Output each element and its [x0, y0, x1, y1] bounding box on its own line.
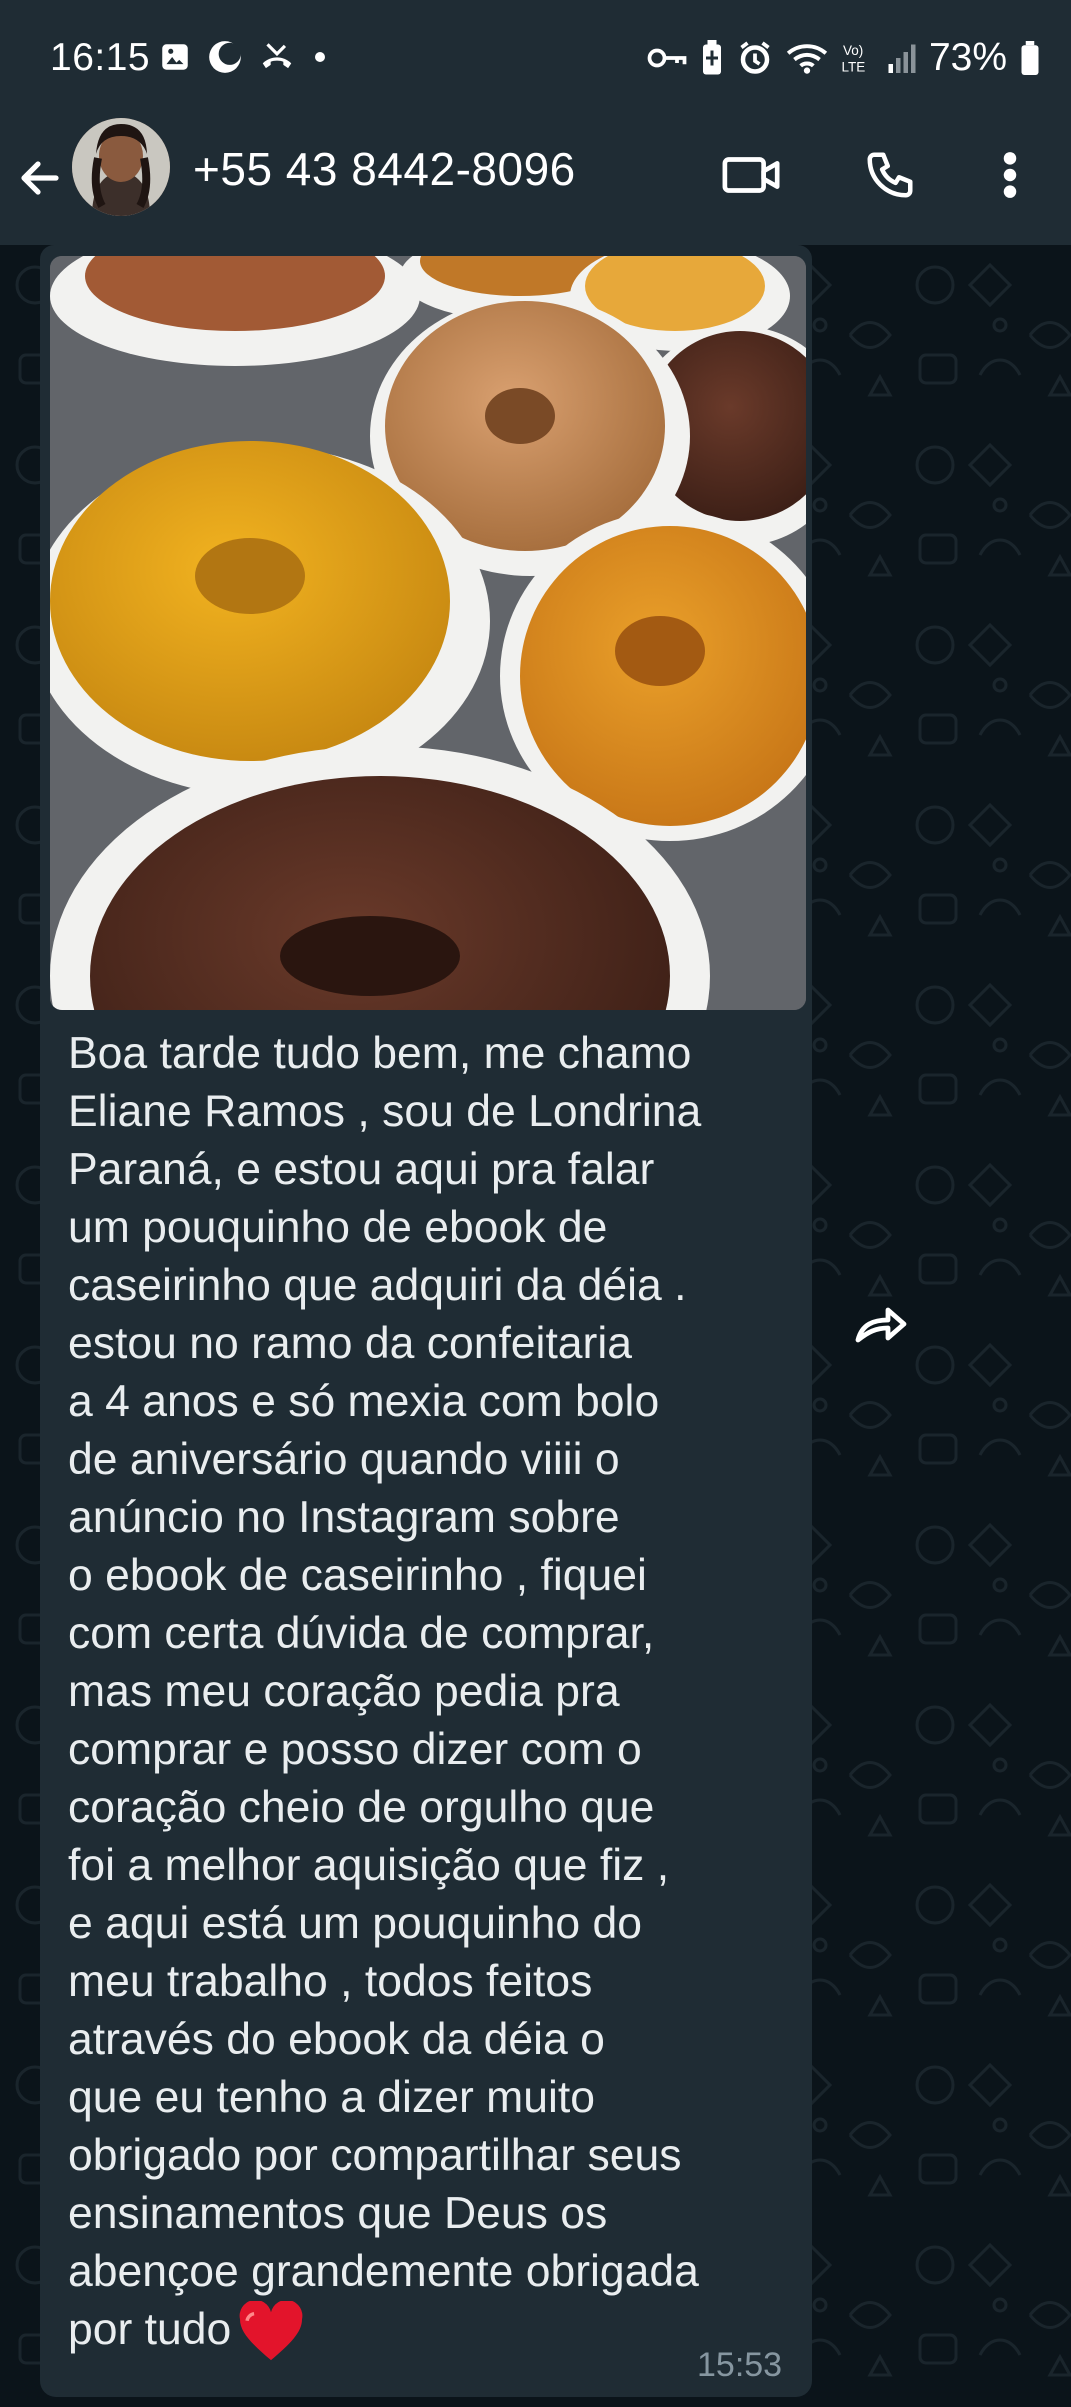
gallery-icon	[162, 44, 188, 70]
moon-icon	[209, 41, 241, 73]
forward-icon	[855, 1307, 907, 1343]
status-right-icons: Vo) LTE 73%	[647, 36, 1041, 80]
video-call-icon	[722, 157, 780, 193]
battery-saver-icon	[702, 40, 721, 75]
message-timestamp: 15:53	[697, 2346, 783, 2384]
contact-name[interactable]: +55 43 8442-8096	[193, 142, 576, 196]
status-time: 16:15	[50, 36, 151, 79]
message-text: Boa tarde tudo bem, me chamo Eliane Ramo…	[68, 1025, 788, 2363]
contact-avatar[interactable]	[72, 118, 170, 216]
message-body: Boa tarde tudo bem, me chamo Eliane Ramo…	[68, 1029, 702, 2354]
signal-icon	[888, 44, 916, 73]
more-vert-icon	[1003, 152, 1017, 198]
dot-icon	[315, 52, 325, 62]
volte-icon: Vo) LTE	[841, 43, 865, 75]
battery-icon	[1021, 41, 1039, 75]
status-left-icons	[158, 38, 330, 76]
back-button[interactable]	[10, 138, 70, 218]
chat-header: +55 43 8442-8096	[0, 110, 1071, 245]
message-photo[interactable]	[50, 256, 806, 1010]
key-icon	[647, 48, 687, 68]
more-options-button[interactable]	[975, 140, 1045, 210]
battery-percent: 73%	[928, 36, 1007, 79]
forward-button[interactable]	[848, 1290, 920, 1362]
avatar-photo	[72, 118, 170, 216]
missed-call-icon	[262, 43, 292, 69]
svg-text:Vo): Vo)	[843, 43, 863, 58]
voice-call-icon	[867, 152, 913, 198]
wifi-icon	[786, 44, 828, 74]
svg-text:LTE: LTE	[841, 60, 865, 75]
back-arrow-icon	[21, 161, 59, 195]
cakes-image	[50, 256, 806, 1010]
red-heart-icon	[239, 2301, 303, 2361]
voice-call-button[interactable]	[855, 140, 925, 210]
alarm-icon	[740, 41, 770, 74]
status-bar: 16:15 Vo) LTE 73%	[0, 0, 1071, 110]
video-call-button[interactable]	[717, 140, 787, 210]
